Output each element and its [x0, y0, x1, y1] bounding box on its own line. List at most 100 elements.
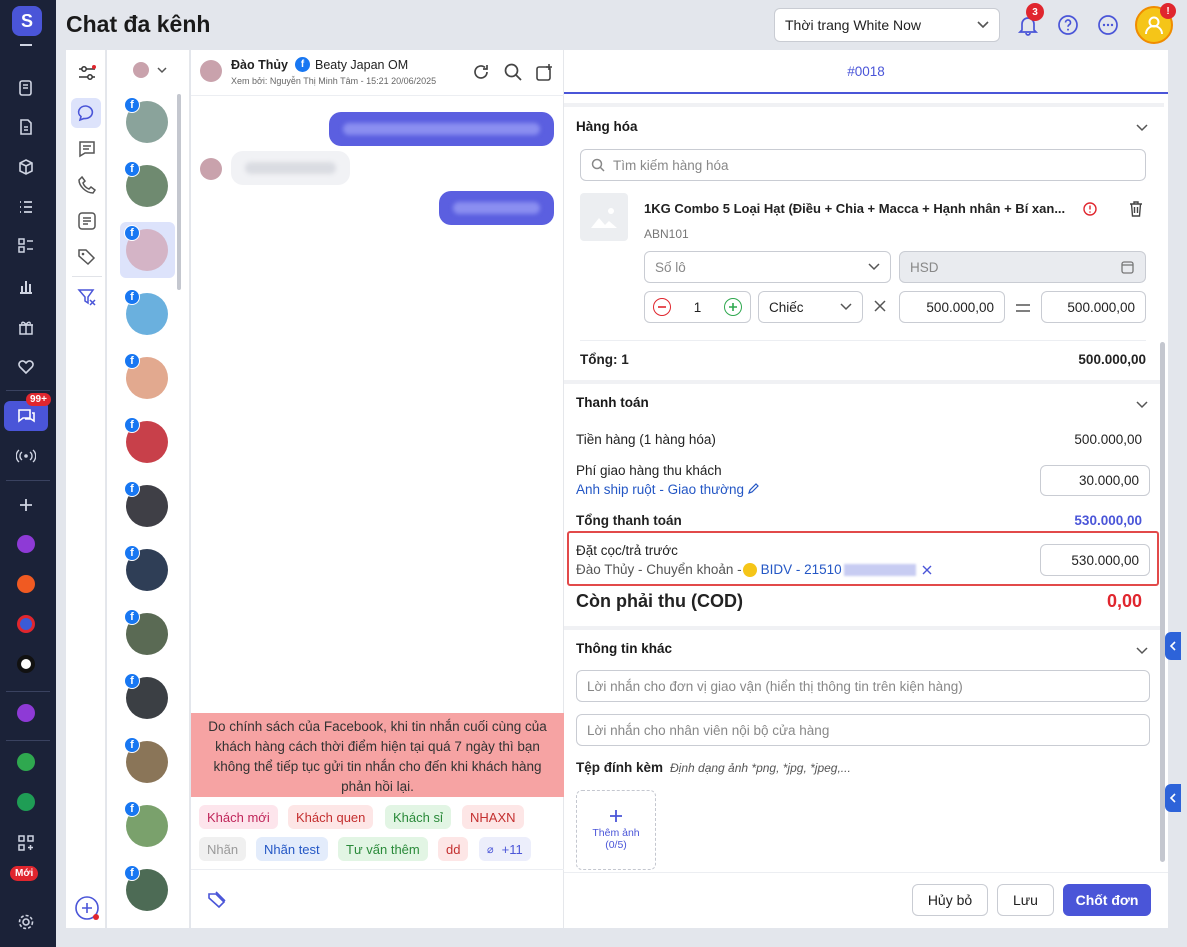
- refresh-icon[interactable]: [471, 62, 491, 85]
- unit-price-input[interactable]: 500.000,00: [899, 291, 1005, 323]
- customer-tag[interactable]: NHAXN: [462, 805, 524, 829]
- attachment-hint: Định dạng ảnh *png, *jpg, *jpeg,...: [670, 761, 851, 775]
- store-select[interactable]: Thời trang White Now: [774, 8, 1000, 42]
- customer-tag-label: Khách mới: [207, 809, 270, 825]
- customer-tag-label: dd: [446, 841, 461, 857]
- list-scrollbar[interactable]: [177, 94, 181, 290]
- calendar-icon: [1121, 261, 1134, 274]
- goods-section-title: Hàng hóa: [576, 119, 638, 134]
- phone-icon[interactable]: [74, 172, 100, 198]
- menu-icon[interactable]: [12, 40, 40, 54]
- store-cart-icon[interactable]: [17, 753, 35, 771]
- confirm-order-button[interactable]: Chốt đơn: [1063, 884, 1151, 916]
- chevron-down-icon[interactable]: [1136, 122, 1148, 134]
- order-tab[interactable]: #0018: [564, 50, 1168, 94]
- message-filter-icon[interactable]: [74, 136, 100, 162]
- bank-logo-icon: [742, 562, 757, 577]
- deposit-person: Đào Thủy - Chuyển khoản -: [576, 562, 742, 577]
- edit-pencil-icon[interactable]: [747, 483, 759, 494]
- orders-icon[interactable]: [12, 74, 40, 102]
- list-icon[interactable]: [12, 193, 40, 221]
- heart-icon[interactable]: [12, 353, 40, 381]
- product-sku: ABN101: [644, 227, 689, 241]
- broadcast-icon[interactable]: [12, 442, 40, 470]
- add-icon[interactable]: [12, 491, 40, 519]
- chat-panel: Đào Thủy f Beaty Japan OM Xem bởi: Nguyễ…: [191, 50, 564, 928]
- goods-search-input[interactable]: Tìm kiếm hàng hóa: [580, 149, 1146, 181]
- unit-select[interactable]: Chiếc: [758, 291, 863, 323]
- chevron-down-icon[interactable]: [1136, 645, 1148, 657]
- customer-tag[interactable]: dd: [438, 837, 469, 861]
- report-chart-icon[interactable]: [12, 272, 40, 300]
- customer-avatar: [200, 158, 222, 180]
- customer-tag[interactable]: Khách quen: [288, 805, 374, 829]
- cancel-button[interactable]: Hủy bỏ: [912, 884, 988, 916]
- internal-note-placeholder: Lời nhắn cho nhân viên nội bộ cửa hàng: [587, 722, 830, 738]
- clear-filter-icon[interactable]: [74, 284, 100, 310]
- customer-tag[interactable]: Khách mới: [199, 805, 278, 829]
- customer-tag-label: Tư vấn thêm: [346, 841, 420, 857]
- delete-trash-icon[interactable]: [1128, 200, 1144, 220]
- app-bag-icon[interactable]: [17, 535, 35, 553]
- tiktok-icon[interactable]: [17, 655, 35, 673]
- app-logo-icon[interactable]: S: [12, 6, 42, 36]
- lot-select[interactable]: Số lô: [644, 251, 891, 283]
- box-icon[interactable]: [12, 153, 40, 181]
- facebook-icon: f: [124, 673, 140, 689]
- customer-tag[interactable]: Nhãn: [199, 837, 247, 861]
- close-icon[interactable]: [922, 565, 932, 575]
- chevron-down-icon: [868, 263, 880, 271]
- tag-filter-icon[interactable]: [74, 244, 100, 270]
- expand-panel-tab[interactable]: [1165, 784, 1181, 812]
- new-message-icon[interactable]: [535, 62, 555, 85]
- help-icon[interactable]: [1057, 14, 1079, 36]
- document-icon[interactable]: [12, 113, 40, 141]
- customer-tag[interactable]: Nhãn test: [256, 837, 328, 861]
- product-image-placeholder: [580, 193, 628, 241]
- more-options-icon[interactable]: [1097, 14, 1119, 36]
- facebook-icon: f: [124, 609, 140, 625]
- filter-settings-icon[interactable]: [74, 60, 100, 86]
- deposit-amount-input[interactable]: 530.000,00: [1040, 544, 1150, 576]
- collapse-panel-tab[interactable]: [1165, 632, 1181, 660]
- app-sidebar: S 99+ Mới: [0, 0, 56, 947]
- deposit-bank[interactable]: BIDV - 21510: [761, 562, 842, 577]
- checklist-icon[interactable]: [12, 231, 40, 259]
- comment-list-icon[interactable]: [74, 208, 100, 234]
- internal-note-input[interactable]: Lời nhắn cho nhân viên nội bộ cửa hàng: [576, 714, 1150, 746]
- attach-tag-icon[interactable]: [207, 890, 229, 913]
- plus-icon[interactable]: [723, 298, 742, 316]
- goods-total-label: Tổng: 1: [580, 352, 629, 367]
- order-scrollbar[interactable]: [1160, 342, 1165, 862]
- line-total-input[interactable]: 500.000,00: [1041, 291, 1146, 323]
- product-name[interactable]: 1KG Combo 5 Loại Hạt (Điều + Chia + Macc…: [644, 201, 1065, 216]
- add-conversation-button[interactable]: [73, 894, 101, 922]
- chat-icon[interactable]: [12, 402, 40, 430]
- page-switcher[interactable]: [133, 62, 167, 78]
- minus-icon[interactable]: [653, 298, 671, 316]
- customer-tag[interactable]: Khách sỉ: [385, 805, 451, 829]
- gift-icon[interactable]: [12, 313, 40, 341]
- chevron-left-icon: [1169, 793, 1176, 803]
- lazada-icon[interactable]: [17, 615, 35, 633]
- customer-tag[interactable]: Tư vấn thêm: [338, 837, 428, 861]
- search-icon[interactable]: [503, 62, 523, 85]
- save-button[interactable]: Lưu: [997, 884, 1054, 916]
- shopee-icon[interactable]: [17, 575, 35, 593]
- quantity-stepper[interactable]: 1: [644, 291, 751, 323]
- info-alert-icon[interactable]: [1082, 201, 1098, 220]
- chevron-down-icon[interactable]: [1136, 399, 1148, 411]
- ads-icon[interactable]: [17, 793, 35, 811]
- customer-tag[interactable]: ⌀ +11: [479, 837, 531, 861]
- add-photo-button[interactable]: Thêm ảnh (0/5): [576, 790, 656, 870]
- carrier-note-input[interactable]: Lời nhắn cho đơn vị giao vận (hiển thị t…: [576, 670, 1150, 702]
- all-messages-filter[interactable]: [71, 98, 101, 128]
- settings-gear-icon[interactable]: [12, 908, 40, 936]
- customer-tag-label: Khách sỉ: [393, 809, 443, 825]
- facebook-icon: f: [124, 225, 140, 241]
- apps-grid-icon[interactable]: [12, 829, 40, 857]
- top-header: Chat đa kênh Thời trang White Now 3 !: [56, 0, 1187, 50]
- shipping-method-link[interactable]: Anh ship ruột - Giao thường: [576, 482, 759, 497]
- shipping-fee-input[interactable]: 30.000,00: [1040, 465, 1150, 496]
- integration-icon[interactable]: [17, 704, 35, 722]
